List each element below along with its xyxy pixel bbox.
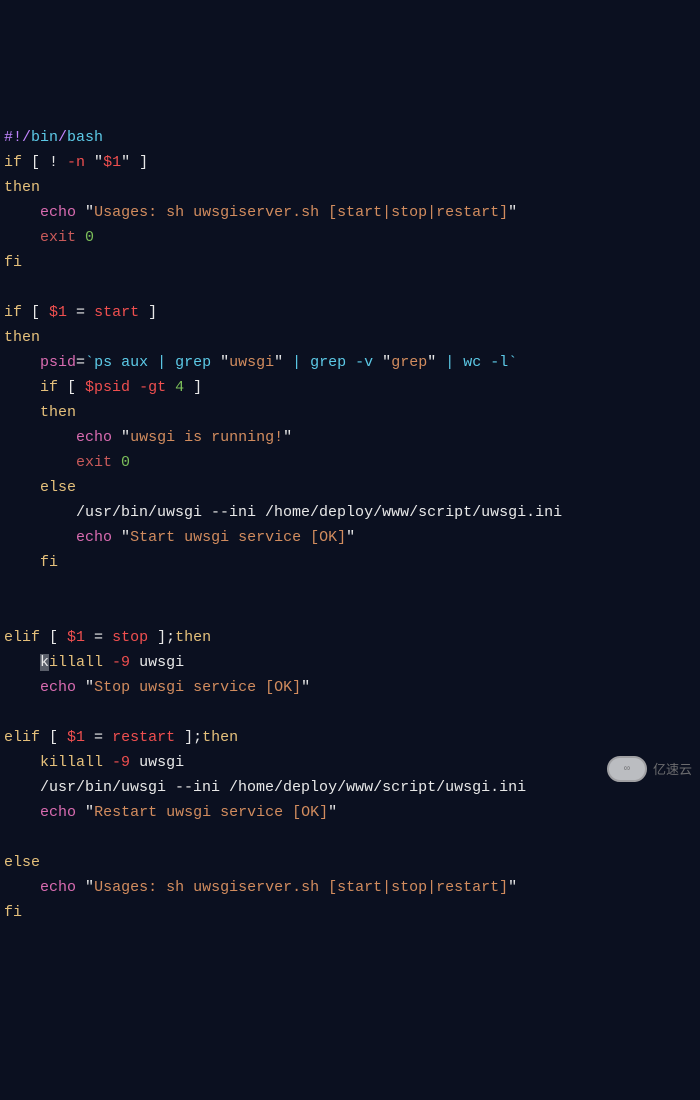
line: killall -9 uwsgi: [4, 654, 184, 671]
line: [4, 704, 13, 721]
line: fi: [4, 554, 58, 571]
line: echo "Usages: sh uwsgiserver.sh [start|s…: [4, 879, 517, 896]
line: [4, 829, 13, 846]
line: #!/bin/bash: [4, 129, 103, 146]
line: [4, 279, 13, 296]
line: killall -9 uwsgi: [4, 754, 184, 771]
line: fi: [4, 254, 22, 271]
cursor: k: [40, 654, 49, 671]
line: if [ $psid -gt 4 ]: [4, 379, 202, 396]
line: if [ ! -n "$1" ]: [4, 154, 148, 171]
line: [4, 604, 13, 621]
line: psid=`ps aux | grep "uwsgi" | grep -v "g…: [4, 354, 517, 371]
line: [4, 579, 13, 596]
line: echo "Stop uwsgi service [OK]": [4, 679, 310, 696]
line: /usr/bin/uwsgi --ini /home/deploy/www/sc…: [4, 779, 526, 796]
line: elif [ $1 = stop ];then: [4, 629, 211, 646]
line: if [ $1 = start ]: [4, 304, 157, 321]
watermark-text: 亿速云: [653, 757, 692, 782]
line: echo "uwsgi is running!": [4, 429, 292, 446]
line: echo "Start uwsgi service [OK]": [4, 529, 355, 546]
code-block: #!/bin/bash if [ ! -n "$1" ] then echo "…: [4, 100, 696, 925]
line: else: [4, 854, 40, 871]
line: exit 0: [4, 229, 94, 246]
line: else: [4, 479, 76, 496]
line: /usr/bin/uwsgi --ini /home/deploy/www/sc…: [4, 504, 562, 521]
watermark: ∞ 亿速云: [607, 756, 692, 782]
line: exit 0: [4, 454, 130, 471]
watermark-logo-icon: ∞: [607, 756, 647, 782]
line: echo "Restart uwsgi service [OK]": [4, 804, 337, 821]
line: then: [4, 329, 40, 346]
line: echo "Usages: sh uwsgiserver.sh [start|s…: [4, 204, 517, 221]
line: then: [4, 404, 76, 421]
line: elif [ $1 = restart ];then: [4, 729, 238, 746]
line: then: [4, 179, 40, 196]
line: fi: [4, 904, 22, 921]
